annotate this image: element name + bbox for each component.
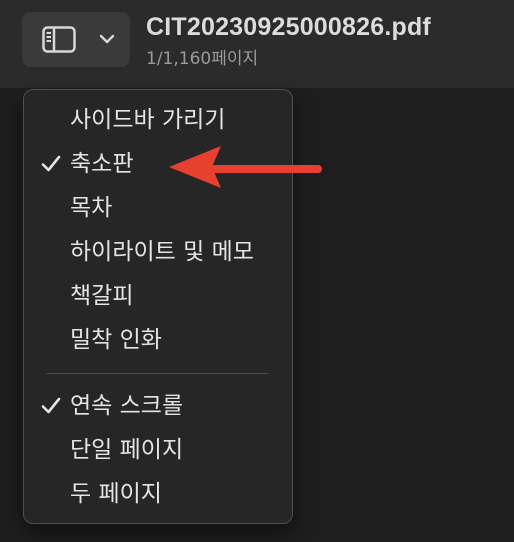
menu-item-label: 축소판 bbox=[70, 151, 134, 177]
menu-item-table-of-contents[interactable]: 목차 bbox=[24, 188, 292, 228]
toolbar: CIT20230925000826.pdf 1/1,160페이지 bbox=[0, 0, 514, 88]
menu-item-label: 밀착 인화 bbox=[70, 327, 162, 353]
menu-item-continuous-scroll[interactable]: 연속 스크롤 bbox=[24, 386, 292, 426]
menu-item-label: 단일 페이지 bbox=[70, 437, 184, 463]
sidebar-icon bbox=[42, 26, 76, 53]
menu-item-label: 목차 bbox=[70, 195, 113, 221]
menu-item-label: 두 페이지 bbox=[70, 481, 162, 507]
annotation-arrow-icon bbox=[169, 146, 322, 188]
menu-item-label: 하이라이트 및 메모 bbox=[70, 239, 254, 265]
menu-item-bookmarks[interactable]: 책갈피 bbox=[24, 276, 292, 316]
chevron-down-icon bbox=[99, 34, 115, 44]
menu-item-single-page[interactable]: 단일 페이지 bbox=[24, 430, 292, 470]
menu-item-two-pages[interactable]: 두 페이지 bbox=[24, 474, 292, 514]
menu-item-label: 연속 스크롤 bbox=[70, 393, 184, 419]
checkmark-icon bbox=[41, 397, 61, 414]
menu-item-label: 책갈피 bbox=[70, 283, 134, 309]
checkmark-icon bbox=[41, 155, 61, 172]
menu-item-label: 사이드바 가리기 bbox=[70, 107, 226, 133]
sidebar-toggle-button[interactable] bbox=[22, 12, 130, 67]
menu-item-highlights-notes[interactable]: 하이라이트 및 메모 bbox=[24, 232, 292, 272]
menu-item-hide-sidebar[interactable]: 사이드바 가리기 bbox=[24, 100, 292, 140]
page-indicator: 1/1,160페이지 bbox=[146, 49, 259, 69]
menu-item-contact-sheet[interactable]: 밀착 인화 bbox=[24, 320, 292, 360]
document-title: CIT20230925000826.pdf bbox=[146, 13, 431, 41]
menu-separator bbox=[46, 373, 268, 374]
